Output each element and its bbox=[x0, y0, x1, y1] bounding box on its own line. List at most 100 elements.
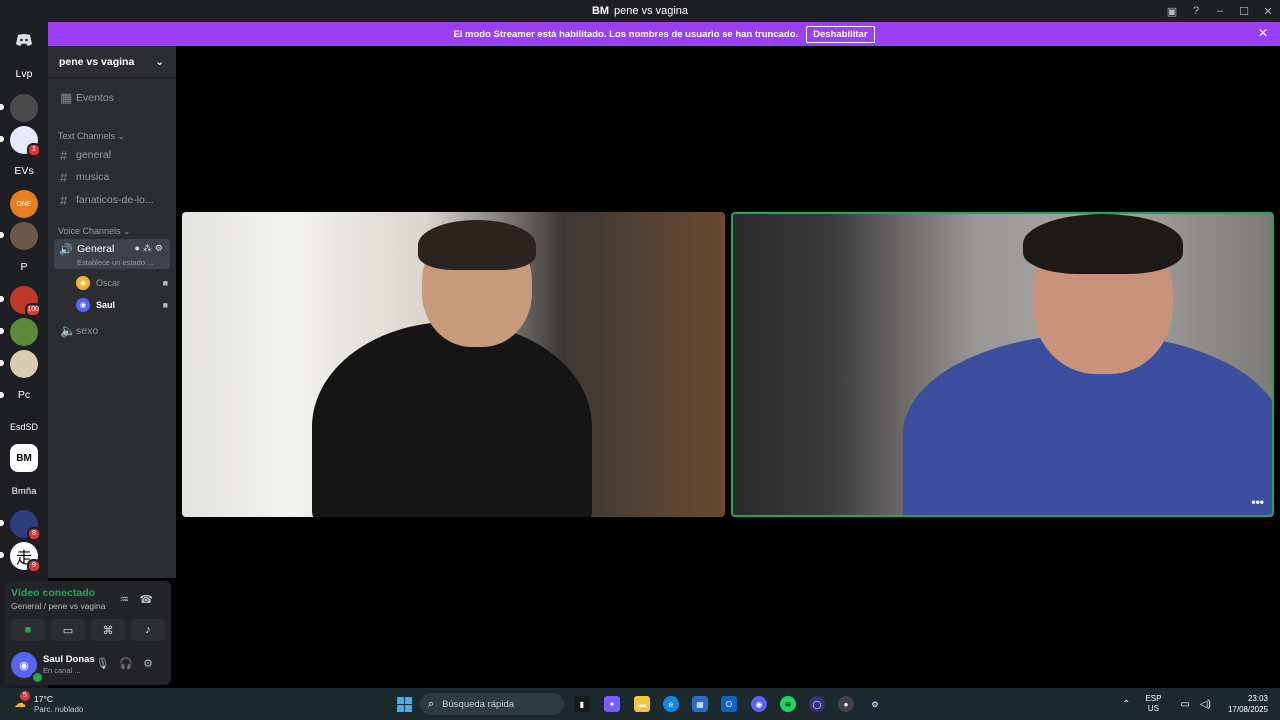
weather-condition: Parc. nublado bbox=[34, 705, 84, 714]
outlook-icon[interactable]: O bbox=[721, 696, 737, 712]
guild-header[interactable]: pene vs vagina ⌄ bbox=[48, 46, 176, 78]
streamer-mode-banner: El modo Streamer está habilitado. Los no… bbox=[48, 22, 1280, 46]
server-icon[interactable] bbox=[10, 350, 38, 378]
voice-member[interactable]: ◉ Oscar ■ bbox=[76, 274, 168, 292]
text-channels-category[interactable]: Text Channels ⌄ bbox=[58, 131, 125, 142]
volume-icon[interactable]: ◁) bbox=[1200, 699, 1211, 710]
help-icon[interactable]: ? bbox=[1184, 5, 1208, 17]
minimize-button[interactable]: – bbox=[1208, 5, 1232, 17]
camera-button[interactable]: ■ bbox=[11, 619, 45, 641]
windows-start-icon[interactable] bbox=[397, 697, 412, 712]
screen-share-button[interactable]: ▭ bbox=[51, 619, 85, 641]
unread-pip bbox=[0, 392, 4, 398]
noise-suppression-icon[interactable]: ♒ bbox=[119, 594, 139, 606]
user-name[interactable]: Saul Donas bbox=[43, 654, 95, 665]
server-icon[interactable] bbox=[10, 318, 38, 346]
discord-app: BM pene vs vagina ▣ ? – ☐ ✕ El modo Stre… bbox=[0, 0, 1280, 688]
hash-icon: # bbox=[60, 192, 68, 208]
unread-pip bbox=[0, 520, 4, 526]
server-icon[interactable] bbox=[10, 94, 38, 122]
soundboard-button[interactable]: ♪ bbox=[131, 619, 165, 641]
system-tray: ⌃ ESP US ▭ ◁) 23:03 17/08/2025 bbox=[1117, 692, 1268, 716]
unread-pip bbox=[0, 296, 4, 302]
avatar: ◉ bbox=[76, 276, 90, 290]
unread-pip bbox=[0, 232, 4, 238]
server-icon[interactable]: Lvp bbox=[10, 60, 38, 88]
server-icon[interactable] bbox=[10, 222, 38, 250]
channel-musica[interactable]: # musica bbox=[54, 167, 170, 187]
voice-channel-sexo[interactable]: 🔈 sexo bbox=[54, 321, 170, 341]
close-window-button[interactable]: ✕ bbox=[1256, 5, 1280, 18]
video-person bbox=[312, 322, 592, 517]
unread-pip bbox=[0, 360, 4, 366]
chevron-down-icon: ⌄ bbox=[155, 55, 164, 68]
server-icon[interactable]: 1 bbox=[10, 126, 41, 157]
calendar-icon: ▦ bbox=[60, 90, 73, 105]
server-icon[interactable]: EsdSD bbox=[10, 413, 38, 441]
voice-status[interactable]: Establece un estado ... bbox=[77, 258, 153, 267]
video-person-hair bbox=[418, 220, 536, 270]
temperature: 17°C bbox=[34, 694, 53, 704]
inbox-icon[interactable]: ▣ bbox=[1160, 5, 1184, 18]
chevron-up-icon[interactable]: ⌃ bbox=[1122, 699, 1130, 710]
speaker-icon: 🔊 bbox=[59, 244, 73, 256]
app-icon[interactable]: ● bbox=[838, 696, 854, 712]
close-banner-icon[interactable]: ✕ bbox=[1258, 26, 1268, 40]
steam-icon[interactable]: ⚙ bbox=[867, 696, 883, 712]
voice-channels-category[interactable]: Voice Channels ⌄ bbox=[58, 226, 131, 237]
voice-channel-path[interactable]: General / pene vs vagina bbox=[11, 601, 106, 611]
voice-channel-general[interactable]: 🔊 General Establece un estado ... ●⁂⚙ bbox=[54, 239, 170, 269]
window-title: pene vs vagina bbox=[614, 5, 689, 17]
server-icon[interactable]: P bbox=[10, 253, 38, 281]
channel-general[interactable]: # general bbox=[54, 145, 170, 165]
channel-fanaticos[interactable]: # fanaticos-de-lo... bbox=[54, 190, 170, 210]
copilot-icon[interactable]: ✦ bbox=[604, 696, 620, 712]
video-tile[interactable] bbox=[182, 212, 725, 517]
edge-icon[interactable]: e bbox=[663, 696, 679, 712]
microphone-icon[interactable]: 🎙 bbox=[95, 658, 119, 670]
search-icon: ⌕ bbox=[428, 697, 435, 710]
user-status: En canal ... bbox=[43, 666, 81, 675]
server-icon[interactable]: EVs bbox=[10, 157, 38, 185]
user-area: ◉ Saul Donas En canal ... 🎙🎧⚙ bbox=[5, 645, 171, 685]
video-tile-speaking[interactable]: ••• bbox=[731, 212, 1274, 517]
server-icon[interactable]: Pc bbox=[10, 381, 38, 409]
disconnect-icon[interactable]: ☎ bbox=[139, 594, 163, 606]
spotify-icon[interactable]: ≋ bbox=[780, 696, 796, 712]
channel-actions-icons[interactable]: ●⁂⚙ bbox=[134, 243, 166, 254]
headphones-icon[interactable]: 🎧 bbox=[119, 658, 143, 670]
file-explorer-icon[interactable]: ▬ bbox=[634, 696, 650, 712]
disable-streamer-button[interactable]: Deshabilitar bbox=[806, 25, 875, 43]
taskbar-search[interactable]: ⌕ Búsqueda rápida bbox=[420, 693, 564, 715]
server-icon[interactable]: ONE bbox=[10, 190, 38, 218]
avatar: ◉ bbox=[76, 298, 90, 312]
app-icon[interactable]: ◯ bbox=[809, 696, 825, 712]
speaker-icon: 🔈 bbox=[60, 323, 77, 338]
store-icon[interactable]: ▦ bbox=[692, 696, 708, 712]
maximize-button[interactable]: ☐ bbox=[1232, 5, 1256, 18]
unread-pip bbox=[0, 104, 4, 110]
hash-icon: # bbox=[60, 169, 68, 185]
unread-pip bbox=[0, 552, 4, 558]
server-icon-selected[interactable]: BM bbox=[10, 444, 38, 472]
banner-text: El modo Streamer está habilitado. Los no… bbox=[453, 28, 799, 40]
app-logo: BM bbox=[591, 5, 610, 17]
camera-icon: ■ bbox=[162, 278, 168, 288]
more-options-icon[interactable]: ••• bbox=[1251, 495, 1264, 509]
server-icon[interactable]: 走9 bbox=[10, 542, 41, 573]
channel-sidebar: pene vs vagina ⌄ ▦ Eventos Text Channels… bbox=[48, 46, 176, 578]
weather-widget[interactable]: ☁ 5 17°C Parc. nublado bbox=[14, 691, 83, 714]
language-indicator[interactable]: ESP US bbox=[1145, 694, 1161, 714]
server-icon[interactable]: 8 bbox=[10, 510, 41, 541]
events-item[interactable]: ▦ Eventos bbox=[54, 88, 170, 108]
network-icon[interactable]: ▭ bbox=[1180, 699, 1189, 710]
task-view-icon[interactable]: ▮ bbox=[574, 696, 590, 712]
activities-button[interactable]: ⌘ bbox=[91, 619, 125, 641]
gear-icon[interactable]: ⚙ bbox=[143, 658, 163, 670]
clock[interactable]: 23:03 17/08/2025 bbox=[1228, 693, 1268, 715]
server-icon[interactable]: 100 bbox=[10, 286, 41, 317]
discord-taskbar-icon[interactable]: ◉ bbox=[751, 696, 767, 712]
discord-home-icon[interactable] bbox=[10, 26, 38, 54]
server-icon[interactable]: Bmña bbox=[10, 477, 38, 505]
voice-member[interactable]: ◉ Saul ■ bbox=[76, 296, 168, 314]
